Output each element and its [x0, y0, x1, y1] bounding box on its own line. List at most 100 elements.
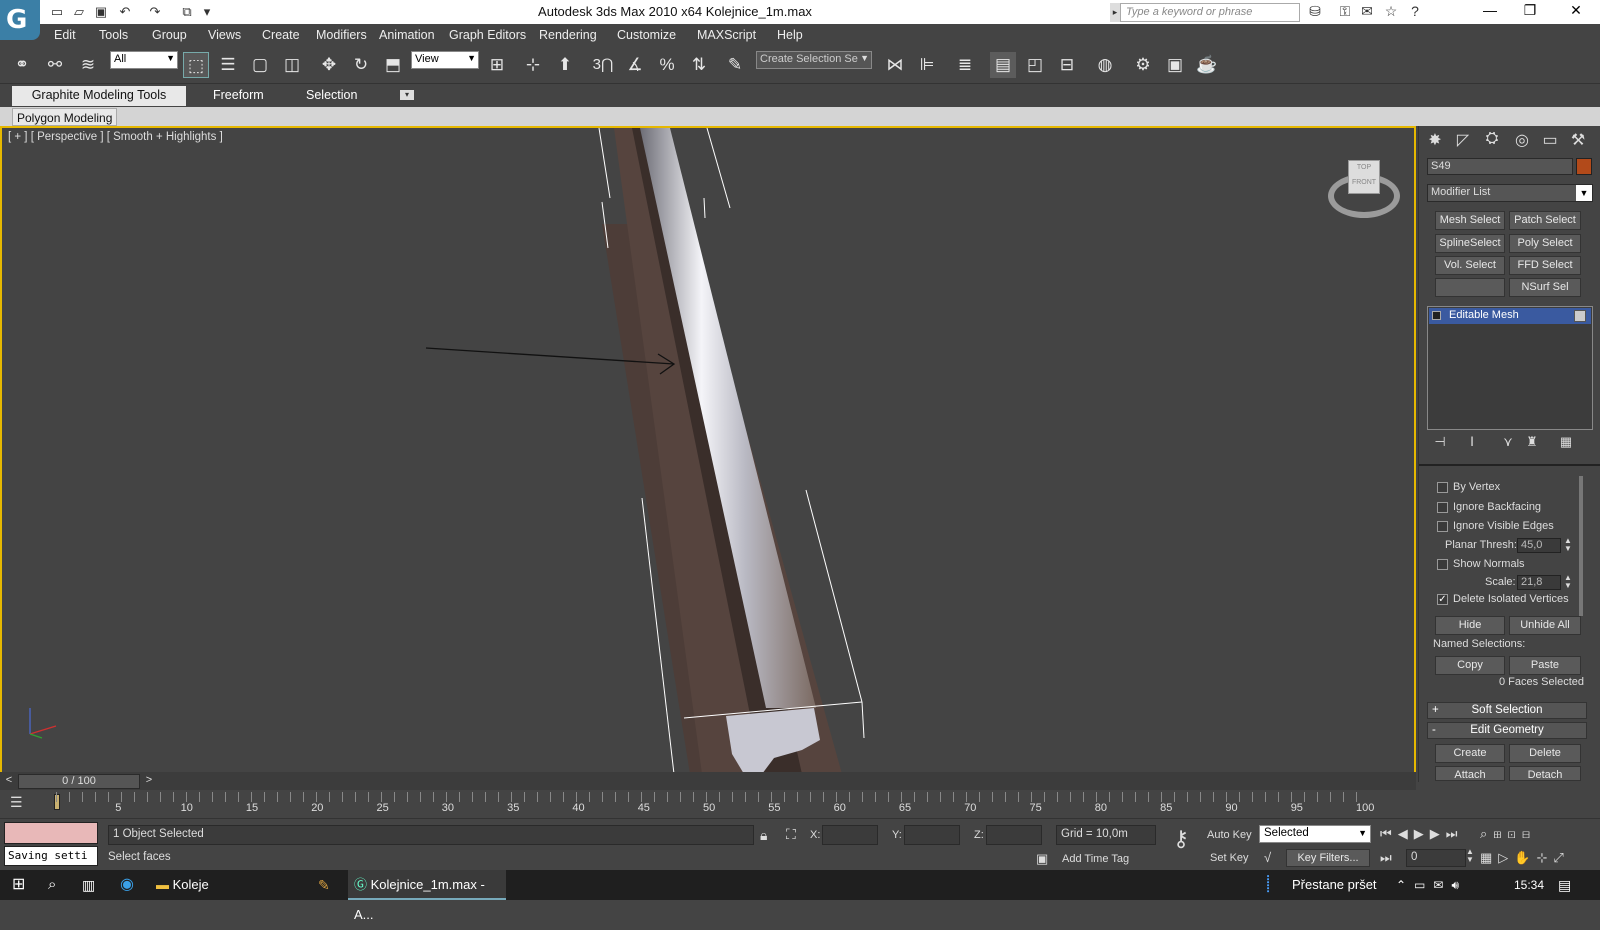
pivot-center-icon[interactable]: ⊞ [484, 52, 510, 78]
notifications-icon[interactable]: ▤ [1558, 870, 1571, 900]
time-slider-prev-icon[interactable]: < [2, 774, 16, 788]
delete-isolated-vertices-checkbox[interactable]: ✓ [1437, 594, 1448, 605]
time-tag-icon[interactable]: ▣ [1036, 851, 1048, 867]
align-icon[interactable]: ⊫ [914, 52, 940, 78]
mini-curve-editor-icon[interactable]: ☰ [10, 794, 32, 812]
task-view-icon[interactable]: ▥ [82, 870, 95, 900]
unlink-icon[interactable]: ⚯ [42, 52, 68, 78]
set-key-button[interactable]: Set Key [1210, 852, 1249, 864]
maximize-button[interactable]: ❐ [1510, 2, 1550, 22]
curve-editor-icon[interactable]: ◰ [1022, 52, 1048, 78]
rectangular-selection-icon[interactable]: ▢ [247, 52, 273, 78]
soft-selection-rollout[interactable]: + Soft Selection [1427, 702, 1587, 719]
create-panel-icon[interactable]: ✸ [1424, 130, 1446, 152]
ffd-select-button[interactable]: FFD Select [1509, 256, 1581, 275]
key-mode-dropdown[interactable]: Selected ▼ [1259, 825, 1371, 843]
viewcube[interactable]: TOP FRONT [1348, 160, 1380, 194]
tab-graphite-modeling-tools[interactable]: Graphite Modeling Tools [12, 86, 186, 106]
spline-select-button[interactable]: SplineSelect [1435, 234, 1505, 253]
unhide-all-button[interactable]: Unhide All [1509, 616, 1581, 635]
maxscript-listener-pink[interactable] [4, 822, 98, 844]
key-mode-toggle-icon[interactable]: ⏭ [1380, 850, 1392, 866]
make-unique-icon[interactable]: ⋎ [1497, 434, 1519, 456]
modify-panel-icon[interactable]: ◸ [1452, 130, 1474, 152]
scale-spinner[interactable]: 21,8 [1517, 575, 1561, 590]
absolute-mode-icon[interactable]: ⛶ [786, 826, 796, 843]
clock[interactable]: 15:34 [1514, 870, 1544, 900]
x-coordinate-field[interactable] [822, 825, 878, 845]
rotate-icon[interactable]: ↻ [348, 52, 374, 78]
display-panel-icon[interactable]: ▭ [1539, 130, 1561, 152]
angle-snap-icon[interactable]: ∡ [622, 52, 648, 78]
minimize-button[interactable]: — [1470, 2, 1510, 22]
edit-geometry-rollout[interactable]: - Edit Geometry [1427, 722, 1587, 739]
selection-filter-dropdown[interactable]: All ▼ [110, 51, 178, 69]
configure-modifier-sets-icon[interactable]: ▦ [1555, 434, 1577, 456]
y-coordinate-field[interactable] [904, 825, 960, 845]
create-button[interactable]: Create [1435, 744, 1505, 763]
playback-controls[interactable]: ⏮◀︎▶︎▶︎⏭ [1380, 826, 1463, 842]
attach-button[interactable]: Attach [1435, 766, 1505, 781]
tab-selection[interactable]: Selection [298, 86, 365, 106]
search-input[interactable]: Type a keyword or phrase [1120, 3, 1300, 22]
poly-select-button[interactable]: Poly Select [1509, 234, 1581, 253]
mesh-select-button[interactable]: Mesh Select [1435, 211, 1505, 230]
menu-modifiers[interactable]: Modifiers [316, 28, 367, 42]
expand-icon[interactable] [1432, 311, 1441, 320]
paste-button[interactable]: Paste [1509, 656, 1581, 675]
taskbar-3dsmax[interactable]: Ⓖ Kolejnice_1m.max - A... [348, 870, 506, 922]
search-expand-icon[interactable]: ▸ [1110, 3, 1120, 22]
system-tray-icons[interactable]: ⌃▭✉🔊︎ [1396, 870, 1467, 900]
ignore-backfacing-checkbox[interactable] [1437, 502, 1448, 513]
paint-app-icon[interactable]: ✎ [318, 870, 330, 900]
z-coordinate-field[interactable] [986, 825, 1042, 845]
modifier-list-dropdown[interactable]: Modifier List ▼ [1427, 184, 1593, 202]
render-setup-icon[interactable]: ⚙ [1130, 52, 1156, 78]
nsurf-sel-button[interactable]: NSurf Sel [1509, 278, 1581, 297]
layer-manager-icon[interactable]: ≣ [952, 52, 978, 78]
edit-named-selection-icon[interactable]: ✎ [722, 52, 748, 78]
hierarchy-panel-icon[interactable]: ⛭ [1481, 130, 1503, 152]
menu-group[interactable]: Group [152, 28, 187, 42]
named-selection-sets-dropdown[interactable]: Create Selection Se ▼ [756, 51, 872, 69]
binoculars-icon[interactable]: ⛁ [1305, 3, 1325, 21]
delete-button[interactable]: Delete [1509, 744, 1581, 763]
select-object-icon[interactable]: ⬚ [183, 52, 209, 78]
time-slider[interactable]: 0 / 100 [18, 774, 140, 789]
stack-item-editable-mesh[interactable]: Editable Mesh [1429, 308, 1591, 324]
menu-maxscript[interactable]: MAXScript [697, 28, 756, 42]
current-frame-field[interactable]: 0 [1406, 849, 1466, 867]
window-crossing-icon[interactable]: ◫ [279, 52, 305, 78]
subscription-icon[interactable]: ⚿ [1335, 3, 1355, 21]
spinner-snap-icon[interactable]: ⇅ [686, 52, 712, 78]
keyboard-shortcut-override-icon[interactable]: ⬆ [552, 52, 578, 78]
viewport-navigation-controls[interactable]: ⌕⊞⊡⊟ [1480, 826, 1536, 842]
add-time-tag-button[interactable]: Add Time Tag [1062, 853, 1129, 865]
mirror-icon[interactable]: ⋈ [882, 52, 908, 78]
menu-tools[interactable]: Tools [99, 28, 128, 42]
communication-icon[interactable]: ✉ [1357, 3, 1377, 21]
render-production-icon[interactable]: ☕ [1194, 52, 1220, 78]
auto-key-button[interactable]: Auto Key [1207, 829, 1252, 841]
rendered-frame-icon[interactable]: ▣ [1162, 52, 1188, 78]
menu-views[interactable]: Views [208, 28, 241, 42]
graphite-toggle-icon[interactable]: ▤ [990, 52, 1016, 78]
by-vertex-checkbox[interactable] [1437, 482, 1448, 493]
menu-help[interactable]: Help [777, 28, 803, 42]
maxscript-listener-input[interactable]: Saving setti [4, 846, 98, 866]
viewport-navigation-controls-2[interactable]: ▦▷✋⊹⤢ [1480, 850, 1570, 866]
key-filters-button[interactable]: Key Filters... [1286, 849, 1370, 867]
default-tangent-icon[interactable]: √ [1264, 850, 1271, 865]
menu-animation[interactable]: Animation [379, 28, 435, 42]
schematic-view-icon[interactable]: ⊟ [1054, 52, 1080, 78]
track-bar[interactable]: ☰ 5 10 15 20 25 30 35 40 45 50 55 60 65 70 75 80 85 90 95 1… [0, 790, 1416, 818]
remove-modifier-icon[interactable]: ♜ [1521, 434, 1543, 456]
spinner-arrows-icon[interactable]: ▲ ▼ [1564, 537, 1572, 553]
show-end-result-toggle-icon[interactable]: Ⅰ [1461, 434, 1483, 456]
key-icon[interactable]: ⚷ [1164, 826, 1198, 862]
spinner-arrows-icon[interactable]: ▲ ▼ [1564, 574, 1572, 590]
close-button[interactable]: ✕ [1556, 2, 1596, 22]
motion-panel-icon[interactable]: ◎ [1511, 130, 1533, 152]
windows-start-icon[interactable]: ⊞ [12, 870, 25, 900]
polygon-modeling-tab[interactable]: Polygon Modeling [12, 108, 118, 126]
